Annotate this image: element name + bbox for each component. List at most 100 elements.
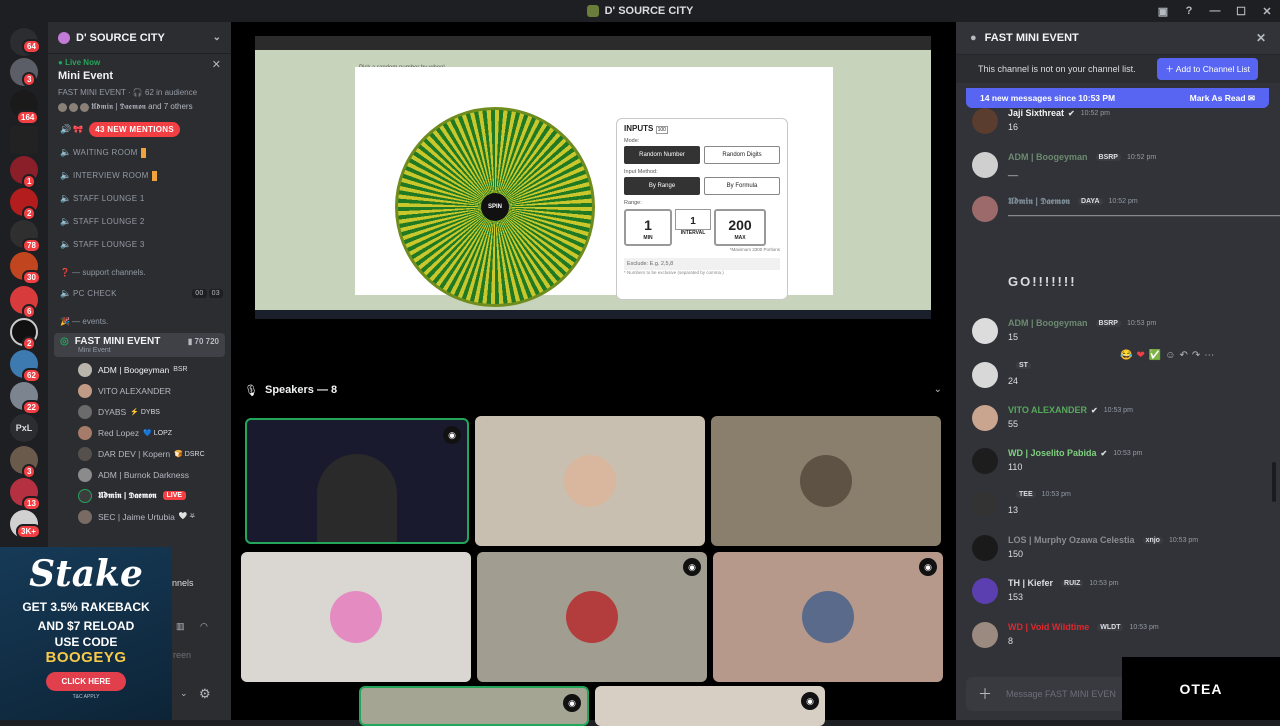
min-caption: MIN bbox=[643, 235, 653, 241]
voice-channel-active[interactable]: ◎ FAST MINI EVENT ▮ 70 720 Mini Event bbox=[54, 333, 225, 357]
plus-icon[interactable]: ＋ bbox=[978, 684, 992, 704]
range-label: Range: bbox=[624, 200, 642, 206]
avatar[interactable] bbox=[972, 152, 998, 178]
more-icon[interactable]: ⋯ bbox=[1204, 350, 1214, 361]
live-event-card[interactable]: ● Live Now Mini Event FAST MINI EVENT · … bbox=[48, 54, 231, 112]
speaker-tile[interactable]: ◉ bbox=[477, 552, 707, 682]
add-reaction-icon[interactable]: ☺ bbox=[1165, 350, 1175, 361]
message-header: ADM | Boogeyman BSRP 10:53 pm bbox=[1008, 318, 1156, 328]
headset-icon[interactable]: ◠ bbox=[200, 621, 208, 632]
server-icon[interactable] bbox=[10, 126, 38, 154]
author-name[interactable]: 𝖀𝖉𝖒𝖎𝖓 | 𝕯𝖆𝖊𝖒𝖔𝖓 bbox=[1008, 196, 1070, 207]
author-name[interactable]: ADM | Boogeyman bbox=[1008, 318, 1088, 328]
author-name[interactable]: LOS | Murphy Ozawa Celestia bbox=[1008, 535, 1135, 545]
avatar[interactable] bbox=[972, 108, 998, 134]
mode-option: Random Digits bbox=[704, 146, 780, 164]
avatar[interactable] bbox=[972, 362, 998, 388]
speaker-tile-camera[interactable]: ◉ bbox=[245, 418, 469, 544]
voice-member[interactable]: ADM | Boogeyman BSR bbox=[48, 359, 231, 380]
category-events[interactable]: 🎉 — events. bbox=[48, 311, 231, 331]
verified-icon: ✔ bbox=[1068, 108, 1075, 118]
avatar[interactable] bbox=[972, 622, 998, 648]
avatar[interactable] bbox=[972, 196, 998, 222]
channel-staff-lounge-2[interactable]: 🔈 STAFF LOUNGE 2 bbox=[48, 210, 231, 233]
category-support[interactable]: ❓ — support channels. bbox=[48, 262, 231, 282]
voice-channel-subtitle: Mini Event bbox=[78, 347, 111, 354]
new-messages-bar[interactable]: 14 new messages since 10:53 PM Mark As R… bbox=[966, 88, 1269, 108]
heart-icon[interactable]: ❤ bbox=[1136, 350, 1144, 361]
speaker-tile[interactable]: ◉ bbox=[713, 552, 943, 682]
avatar[interactable] bbox=[972, 491, 998, 517]
rail-badge: 3K+ bbox=[16, 524, 41, 539]
chevron-down-icon[interactable]: ⌄ bbox=[213, 32, 221, 43]
author-name[interactable]: WD | Void Wildtime bbox=[1008, 622, 1089, 632]
rail-badge: 13 bbox=[22, 496, 41, 511]
voice-member[interactable]: Red Lopez 💙 LOPZ bbox=[48, 422, 231, 443]
avatar[interactable] bbox=[972, 535, 998, 561]
chat-panel: ● FAST MINI EVENT ✕ This channel is not … bbox=[956, 22, 1280, 720]
author-name[interactable]: WD | Joselito Pabida bbox=[1008, 448, 1097, 458]
scrollbar[interactable] bbox=[1272, 462, 1276, 502]
channel-pc-check[interactable]: 🔈 PC CHECK 00 03 bbox=[48, 282, 231, 305]
speaker-tile[interactable]: ◉ bbox=[359, 686, 589, 726]
channel-staff-lounge-1[interactable]: 🔈 STAFF LOUNGE 1 bbox=[48, 187, 231, 210]
avatar[interactable] bbox=[972, 318, 998, 344]
ad-click-button[interactable]: CLICK HERE bbox=[45, 672, 127, 691]
speaker-tile[interactable] bbox=[475, 416, 705, 546]
close-button[interactable]: ✕ bbox=[1254, 5, 1280, 18]
minimize-button[interactable]: — bbox=[1202, 5, 1228, 17]
gear-icon[interactable]: ⚙ bbox=[199, 686, 211, 702]
channel-waiting-room[interactable]: 🔈 WAITING ROOM bbox=[48, 141, 231, 164]
voice-member[interactable]: DYABS ⚡ DYBS bbox=[48, 401, 231, 422]
live-event-title: Mini Event bbox=[58, 70, 114, 82]
voice-member[interactable]: 𝖀𝖉𝖒𝖎𝖓 | 𝕯𝖆𝖊𝖒𝖔𝖓 LIVE bbox=[48, 485, 231, 506]
close-icon[interactable]: ✕ bbox=[212, 58, 221, 71]
exclude-field: Exclude: E.g. 2,5,8 bbox=[624, 258, 780, 270]
server-header[interactable]: D' SOURCE CITY ⌄ bbox=[48, 22, 231, 54]
new-mentions-pill[interactable]: 43 NEW MENTIONS bbox=[89, 122, 180, 137]
inbox-icon[interactable]: ▣ bbox=[1150, 5, 1176, 18]
chevron-down-icon[interactable]: ⌄ bbox=[180, 688, 188, 699]
member-tag: 🍞 DSRC bbox=[174, 450, 205, 458]
speaker-tile[interactable] bbox=[241, 552, 471, 682]
server-pxl[interactable]: PxL bbox=[10, 414, 38, 442]
avatar[interactable] bbox=[972, 448, 998, 474]
bars-icon[interactable]: ▥ bbox=[176, 621, 185, 632]
interval-caption: INTERVAL bbox=[680, 230, 706, 236]
voice-member[interactable]: VITO ALEXANDER bbox=[48, 380, 231, 401]
author-name[interactable]: Jaji Sixthreat bbox=[1008, 108, 1064, 118]
channel-interview-room[interactable]: 🔈 INTERVIEW ROOM bbox=[48, 164, 231, 187]
close-icon[interactable]: ✕ bbox=[1256, 31, 1266, 45]
mark-as-read-button[interactable]: Mark As Read ✉ bbox=[1190, 93, 1255, 104]
message-text: 15 bbox=[1008, 332, 1019, 342]
check-icon[interactable]: ✅ bbox=[1149, 350, 1161, 361]
author-name[interactable]: TH | Kiefer bbox=[1008, 578, 1053, 588]
message-header: ADM | Boogeyman BSRP 10:52 pm bbox=[1008, 152, 1156, 162]
voice-member[interactable]: DAR DEV | Kopern 🍞 DSRC bbox=[48, 443, 231, 464]
method-option: By Range bbox=[624, 177, 700, 195]
forward-icon[interactable]: ↷ bbox=[1192, 350, 1200, 361]
add-to-channel-list-button[interactable]: ＋ Add to Channel List bbox=[1157, 58, 1258, 80]
speaker-tile[interactable]: ◉ bbox=[595, 686, 825, 726]
speaker-tile[interactable] bbox=[711, 416, 941, 546]
voice-member[interactable]: SEC | Jaime Urtubia 🤍 ⛧ bbox=[48, 506, 231, 527]
emoji-laugh-icon[interactable]: 😂 bbox=[1120, 350, 1132, 361]
message-header: TEE 10:53 pm bbox=[1008, 491, 1071, 498]
message-text: 8 bbox=[1008, 636, 1014, 646]
mentions-row[interactable]: 🔊 🎀 43 NEW MENTIONS bbox=[48, 118, 231, 141]
screen-share[interactable]: Pick a random number by wheel SPIN INPUT… bbox=[255, 36, 931, 319]
avatar[interactable] bbox=[972, 578, 998, 604]
channel-staff-lounge-3[interactable]: 🔈 STAFF LOUNGE 3 bbox=[48, 233, 231, 256]
author-name[interactable]: VITO ALEXANDER bbox=[1008, 405, 1087, 415]
reply-icon[interactable]: ↶ bbox=[1180, 350, 1188, 361]
voice-member[interactable]: ADM | Burnok Darkness bbox=[48, 464, 231, 485]
maximize-button[interactable]: ☐ bbox=[1228, 5, 1254, 18]
mode-option: Random Number bbox=[624, 146, 700, 164]
message-text: 55 bbox=[1008, 419, 1019, 429]
chevron-down-icon[interactable]: ⌄ bbox=[934, 384, 942, 395]
author-name[interactable]: ADM | Boogeyman bbox=[1008, 152, 1088, 162]
avatar[interactable] bbox=[972, 405, 998, 431]
interval-box: 1 INTERVAL bbox=[675, 209, 711, 239]
help-icon[interactable]: ? bbox=[1176, 5, 1202, 17]
range-inputs: 1 MIN 1 INTERVAL 200 MAX bbox=[624, 209, 780, 246]
